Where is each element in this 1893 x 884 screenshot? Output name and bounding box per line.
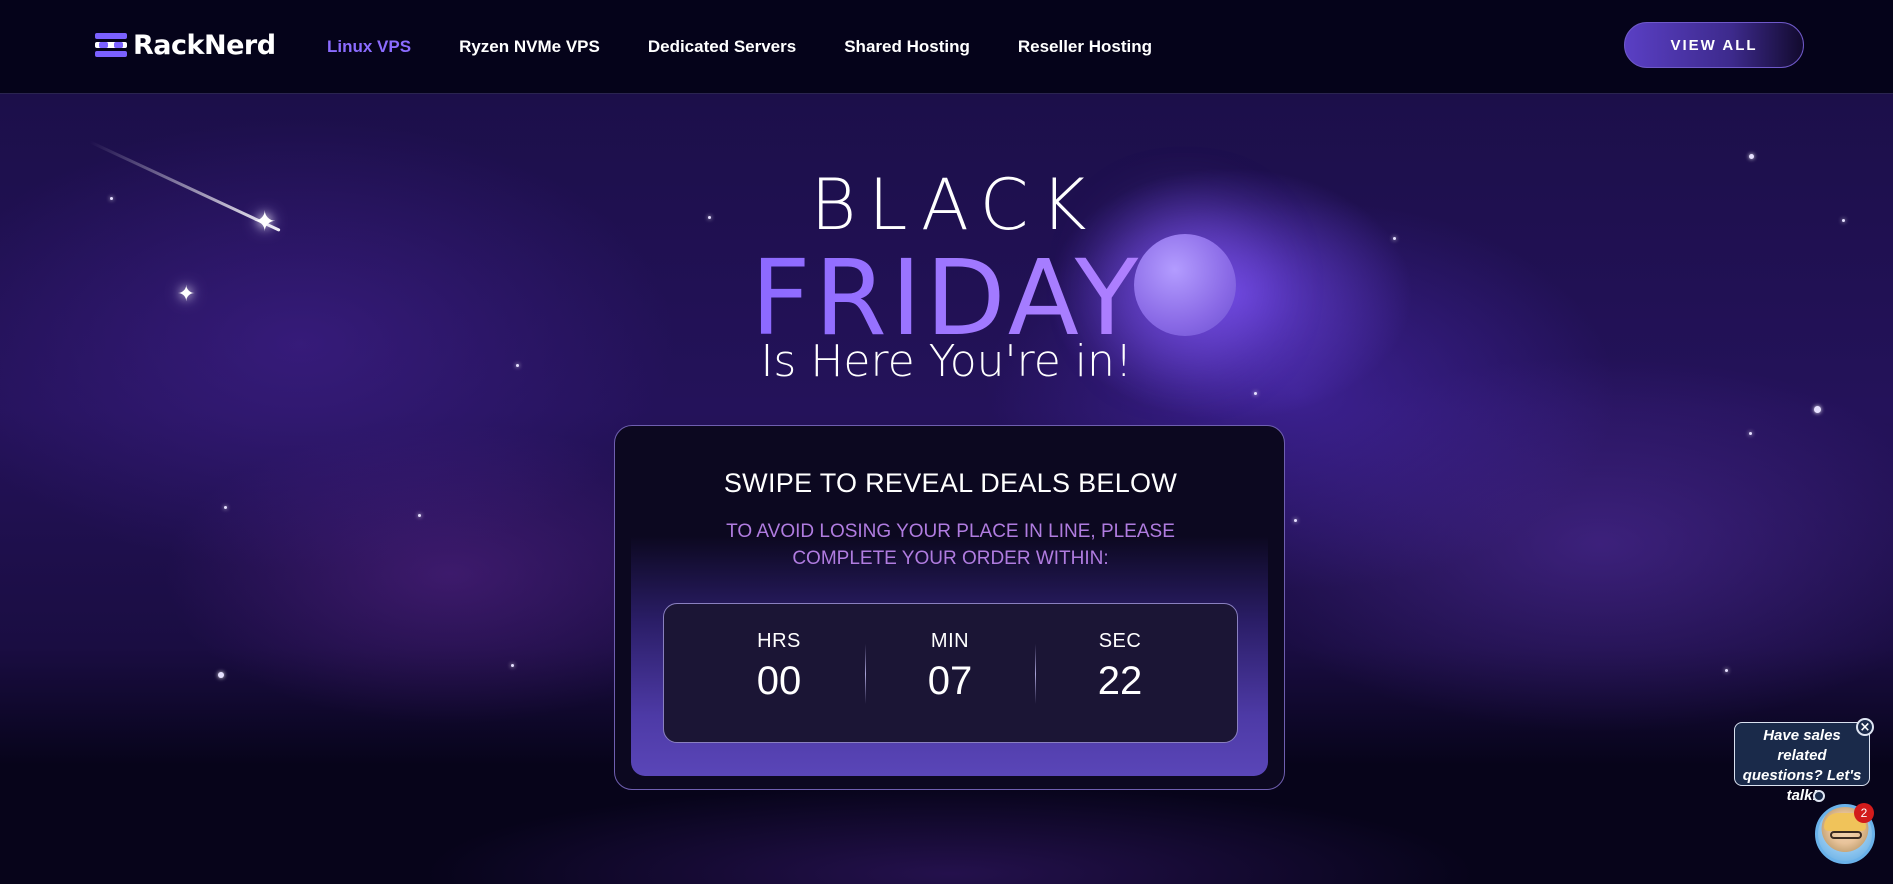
countdown-note: TO AVOID LOSING YOUR PLACE IN LINE, PLEA…	[615, 518, 1284, 572]
chat-bubble-tail	[1813, 790, 1825, 802]
timer-divider	[1035, 644, 1036, 704]
hero-title-friday: FRIDAY	[0, 246, 1893, 350]
star-dot	[1725, 669, 1728, 672]
timer-value-minutes: 07	[927, 659, 973, 703]
top-navbar: RackNerd Linux VPS Ryzen NVMe VPS Dedica…	[0, 0, 1893, 94]
star-dot	[1294, 519, 1297, 522]
star-dot	[1749, 154, 1754, 159]
nav-link-dedicated-servers[interactable]: Dedicated Servers	[648, 37, 796, 57]
star-dot	[1749, 432, 1752, 435]
timer-label-minutes: MIN	[930, 630, 970, 652]
brand-logo[interactable]: RackNerd	[95, 29, 276, 61]
countdown-card: SWIPE TO REVEAL DEALS BELOW TO AVOID LOS…	[614, 425, 1285, 790]
nav-link-ryzen-nvme-vps[interactable]: Ryzen NVMe VPS	[459, 37, 600, 57]
timer-unit-minutes: MIN 07	[880, 630, 1020, 704]
timer-value-seconds: 22	[1097, 659, 1143, 703]
hero-title-black: BLACK	[810, 164, 1099, 246]
star-dot	[224, 506, 227, 509]
timer-unit-seconds: SEC 22	[1050, 630, 1190, 704]
logo-mark-icon	[95, 33, 127, 57]
countdown-note-line1: TO AVOID LOSING YOUR PLACE IN LINE, PLEA…	[726, 521, 1175, 542]
countdown-timer: HRS 00 MIN 07 SEC 22	[663, 603, 1238, 743]
timer-label-hours: HRS	[757, 630, 801, 652]
nav-link-reseller-hosting[interactable]: Reseller Hosting	[1018, 37, 1152, 57]
chat-unread-badge: 2	[1854, 803, 1874, 823]
timer-unit-hours: HRS 00	[709, 630, 849, 704]
chat-message-line1: Have sales related	[1763, 727, 1841, 764]
star-dot	[511, 664, 514, 667]
star-dot	[218, 672, 224, 678]
nav-link-linux-vps[interactable]: Linux VPS	[327, 37, 411, 57]
star-dot	[1254, 392, 1257, 395]
hero-subtitle: Is Here You're in!	[760, 336, 1133, 387]
main-nav: Linux VPS Ryzen NVMe VPS Dedicated Serve…	[327, 0, 1200, 93]
star-dot	[418, 514, 421, 517]
timer-divider	[865, 644, 866, 704]
chat-message-line2: questions? Let's	[1742, 767, 1862, 784]
chat-prompt-bubble[interactable]: Have sales related questions? Let's talk…	[1734, 722, 1870, 804]
brand-name: RackNerd	[133, 29, 276, 61]
countdown-note-line2: COMPLETE YOUR ORDER WITHIN:	[792, 548, 1109, 569]
chat-message-line3: talk!	[1786, 787, 1818, 804]
nav-link-shared-hosting[interactable]: Shared Hosting	[844, 37, 970, 57]
timer-label-seconds: SEC	[1098, 630, 1142, 652]
countdown-heading: SWIPE TO REVEAL DEALS BELOW	[723, 468, 1178, 498]
timer-value-hours: 00	[756, 659, 802, 703]
star-dot	[1814, 406, 1821, 413]
chat-close-icon[interactable]: ×	[1856, 718, 1874, 736]
view-all-button[interactable]: VIEW ALL	[1624, 22, 1804, 68]
